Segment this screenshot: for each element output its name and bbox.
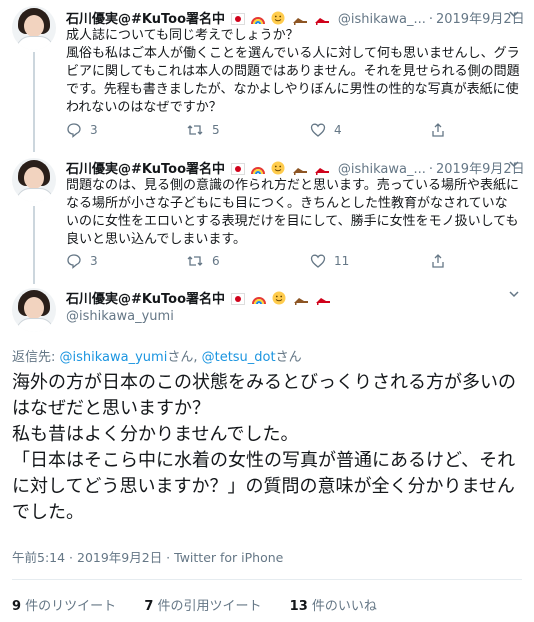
reply-mention-link[interactable]: @tetsu_dot: [202, 350, 276, 365]
tweet-actions: 3 6 11: [66, 252, 506, 270]
reply-icon: [66, 253, 82, 269]
like-icon: [310, 253, 326, 269]
reply-count: 3: [90, 254, 98, 268]
high-heel-icon: [293, 293, 309, 309]
share-icon: [430, 122, 446, 138]
user-handle[interactable]: @ishikawa_...: [338, 12, 426, 27]
reply-count: 3: [90, 123, 98, 137]
retweet-count: 5: [212, 123, 220, 137]
reply-button[interactable]: 3: [66, 121, 98, 139]
user-handle[interactable]: @ishikawa_...: [338, 162, 426, 177]
rainbow-icon: [251, 293, 266, 309]
like-button[interactable]: 4: [310, 121, 342, 139]
high-heel-icon: [315, 293, 331, 309]
retweet-button[interactable]: 5: [186, 121, 220, 139]
retweet-button[interactable]: 6: [186, 252, 220, 270]
reply-mention-link[interactable]: @ishikawa_yumi: [60, 350, 168, 365]
tweet-2[interactable]: 石川優実@#KuToo署名中 @ishikawa_... · 2019年9月2日 問…: [0, 150, 534, 284]
tweet-text: 問題なのは、見る側の意識の作られ方だと思います。売っている場所や表紙になる場所が…: [66, 178, 520, 247]
reply-icon: [66, 122, 82, 138]
share-icon: [430, 253, 446, 269]
reply-to: 返信先: @ishikawa_yumiさん, @tetsu_dotさん: [12, 350, 302, 365]
tweet-actions: 3 5 4: [66, 121, 506, 139]
retweet-count: 6: [212, 254, 220, 268]
avatar[interactable]: [12, 288, 56, 332]
like-count: 11: [334, 254, 350, 268]
user-handle[interactable]: @ishikawa_yumi: [66, 309, 174, 324]
tweet-stats: 9 件のリツイート 7 件の引用ツイート 13 件のいいね: [12, 595, 377, 614]
like-count: 4: [334, 123, 342, 137]
retweet-stat[interactable]: 9 件のリツイート: [12, 599, 116, 614]
thread-line: [33, 52, 35, 152]
retweet-icon: [186, 122, 204, 138]
divider: [12, 579, 522, 580]
user-name[interactable]: 石川優実@#KuToo署名中: [66, 292, 225, 307]
flag-japan-icon: [231, 293, 246, 309]
caret-down-icon[interactable]: [508, 288, 520, 303]
retweet-icon: [186, 253, 204, 269]
tweet-header: 石川優実@#KuToo署名中 @ishikawa_... · 2019年9月2日: [66, 158, 525, 178]
user-name[interactable]: 石川優実@#KuToo署名中: [66, 162, 225, 177]
tweet-header: 石川優実@#KuToo署名中 @ishikawa_... · 2019年9月2日: [66, 8, 525, 28]
like-stat[interactable]: 13 件のいいね: [290, 599, 377, 614]
quote-stat[interactable]: 7 件の引用ツイート: [144, 599, 261, 614]
share-button[interactable]: [430, 252, 446, 270]
like-icon: [310, 122, 326, 138]
avatar[interactable]: [12, 158, 56, 202]
tweet-1[interactable]: 石川優実@#KuToo署名中 @ishikawa_... · 2019年9月2日 成…: [0, 0, 534, 152]
share-button[interactable]: [430, 121, 446, 139]
thread-line: [33, 206, 35, 284]
main-tweet-header: 石川優実@#KuToo署名中: [66, 288, 331, 309]
caret-down-icon[interactable]: [508, 158, 520, 173]
main-tweet-text: 海外の方が日本のこの状態をみるとびっくりされる方が多いのはなぜだと思いますか？ …: [12, 372, 516, 523]
avatar[interactable]: [12, 6, 56, 50]
caret-down-icon[interactable]: [508, 8, 520, 23]
tweet-meta[interactable]: 午前5:14 · 2019年9月2日 · Twitter for iPhone: [12, 547, 283, 566]
reply-button[interactable]: 3: [66, 252, 98, 270]
tweet-text: 成人誌についても同じ考えでしょうか？ 風俗も私はご本人が働くことを選んでいる人に…: [66, 28, 520, 115]
user-name[interactable]: 石川優実@#KuToo署名中: [66, 12, 225, 27]
like-button[interactable]: 11: [310, 252, 349, 270]
smile-emoji-icon: [272, 291, 286, 309]
